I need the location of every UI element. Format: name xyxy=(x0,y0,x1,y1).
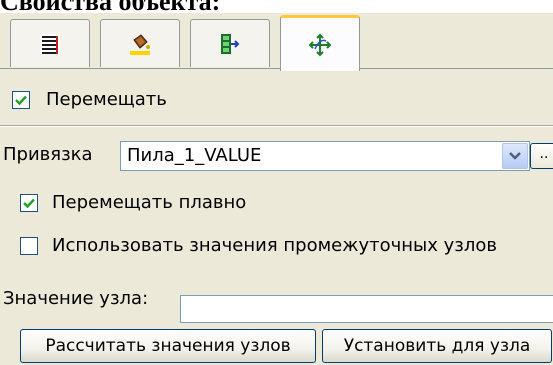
checkmark-icon xyxy=(15,95,27,105)
move-row: Перемещать xyxy=(12,89,167,110)
binding-value: Пила_1_VALUE xyxy=(127,145,262,166)
tab-strip xyxy=(10,15,553,71)
paint-bucket-icon xyxy=(130,33,150,55)
smooth-checkbox[interactable] xyxy=(20,193,38,212)
properties-panel: Перемещать Привязка Пила_1_VALUE .. Пере… xyxy=(0,13,553,365)
tab-strip-border xyxy=(0,68,553,69)
tab-move[interactable] xyxy=(280,15,360,71)
intermediate-row: Использовать значения промежуточных узло… xyxy=(20,235,497,256)
tree-structure-icon xyxy=(221,33,240,54)
intermediate-checkbox[interactable] xyxy=(20,236,38,255)
binding-select[interactable]: Пила_1_VALUE xyxy=(120,141,530,171)
node-value-row: Значение узла: xyxy=(3,288,148,309)
browse-button[interactable]: .. xyxy=(530,143,553,169)
tab-list[interactable] xyxy=(10,19,90,67)
checkmark-icon xyxy=(23,198,35,208)
chevron-down-icon xyxy=(509,152,521,160)
intermediate-label: Использовать значения промежуточных узло… xyxy=(52,235,497,256)
move-arrows-icon xyxy=(308,33,332,56)
smooth-label: Перемещать плавно xyxy=(52,192,247,213)
section-divider xyxy=(0,125,553,127)
move-checkbox[interactable] xyxy=(12,90,30,109)
set-for-node-button[interactable]: Установить для узла xyxy=(322,329,552,363)
binding-label: Привязка xyxy=(3,144,93,165)
node-value-label: Значение узла: xyxy=(3,288,149,309)
binding-row: Привязка xyxy=(3,144,93,165)
move-label: Перемещать xyxy=(46,89,167,110)
dropdown-button[interactable] xyxy=(502,143,528,169)
node-value-input[interactable] xyxy=(180,295,553,323)
properties-heading: Свойства объекта: xyxy=(0,0,220,13)
tab-fill[interactable] xyxy=(100,19,180,67)
calculate-button[interactable]: Рассчитать значения узлов xyxy=(20,329,316,363)
smooth-row: Перемещать плавно xyxy=(20,192,246,213)
list-icon xyxy=(40,33,60,54)
tab-structure[interactable] xyxy=(190,19,270,67)
